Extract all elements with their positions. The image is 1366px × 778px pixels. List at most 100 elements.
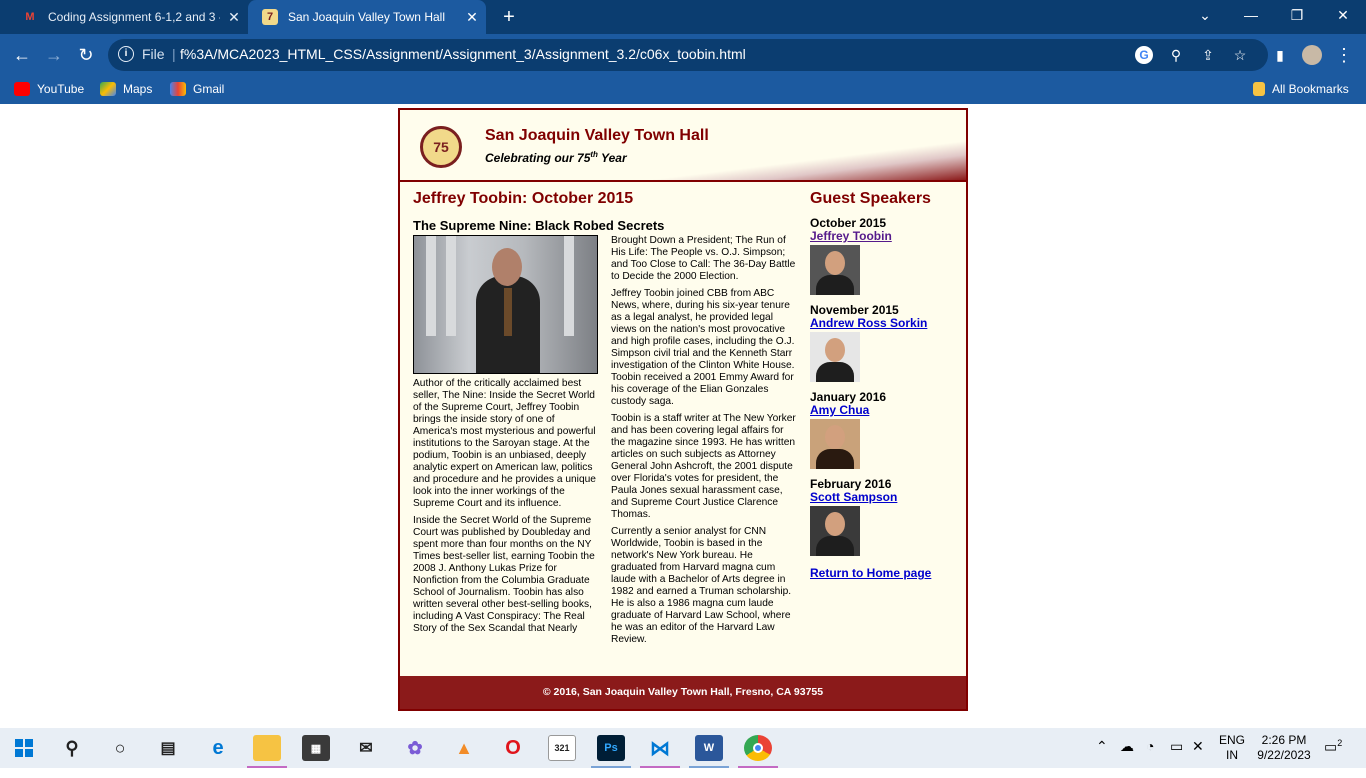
speaker-item: February 2016 Scott Sampson [810,477,955,556]
vscode-icon[interactable]: ⋈ [646,735,674,761]
battery-icon[interactable]: ▭ [1170,738,1183,778]
browser-title-bar: M Coding Assignment 6-1,2 and 3 - ✕ 7 Sa… [0,0,1366,34]
forward-arrow-icon[interactable]: → [40,41,68,69]
notification-icon[interactable]: ▭2 [1324,738,1342,778]
task-view-icon[interactable]: ▤ [154,735,182,761]
close-window-button[interactable]: ✕ [1320,0,1366,32]
all-bookmarks-label: All Bookmarks [1272,82,1349,96]
close-tab-icon[interactable]: ✕ [220,9,248,26]
speaker-thumbnail[interactable] [810,332,860,382]
mail-icon[interactable]: ✉ [352,735,380,761]
region-label: IN [1226,748,1238,762]
language-indicator[interactable]: ENG IN [1218,733,1246,773]
youtube-icon [14,82,30,96]
url-scheme-label: File [142,46,165,62]
bookmark-label: YouTube [37,82,85,96]
town-hall-icon: 7 [262,9,278,25]
main-article: Jeffrey Toobin: October 2015 The Supreme… [413,190,803,645]
time-label: 2:26 PM [1261,733,1307,747]
address-bar[interactable]: i File | f%3A/MCA2023_HTML_CSS/Assignmen… [108,39,1268,71]
site-header: 75 San Joaquin Valley Town Hall Celebrat… [400,110,966,182]
bookmark-maps[interactable]: Maps [100,82,152,96]
article-column-left: Author of the critically acclaimed best … [413,235,599,640]
town-hall-logo: 75 [420,126,462,168]
browser-toolbar: ← → ↻ i File | f%3A/MCA2023_HTML_CSS/Ass… [0,34,1366,76]
article-paragraph: Currently a senior analyst for CNN World… [611,526,792,645]
chrome-icon[interactable] [744,735,772,761]
edge-icon[interactable]: e [204,735,232,761]
speaker-month: October 2015 [810,216,887,230]
url-text[interactable]: f%3A/MCA2023_HTML_CSS/Assignment/Assignm… [180,46,746,62]
gmail-icon [170,82,186,96]
photoshop-icon[interactable]: Ps [597,735,625,761]
speaker-link[interactable]: Scott Sampson [810,491,955,504]
speaker-month: January 2016 [810,390,887,404]
maps-icon [100,82,116,96]
speaker-item: November 2015 Andrew Ross Sorkin [810,303,955,382]
tab-town-hall[interactable]: 7 San Joaquin Valley Town Hall ✕ [248,0,486,34]
date-label: 9/22/2023 [1257,748,1311,762]
google-lens-icon[interactable]: G [1135,46,1153,64]
new-tab-button[interactable]: + [496,5,522,29]
photos-icon[interactable]: ✿ [401,735,429,761]
calendar-icon[interactable]: 321 [548,735,576,761]
article-paragraph: Inside the Secret World of the Supreme C… [413,515,595,634]
tagline-number: 75 [577,151,591,165]
back-arrow-icon[interactable]: ← [8,41,36,69]
gmail-icon: M [25,11,35,23]
info-icon[interactable]: i [118,46,134,62]
site-tagline: Celebrating our 75th Year [485,150,627,165]
url-separator: | [172,46,176,62]
share-icon[interactable]: ⇪ [1197,45,1219,65]
speaker-thumbnail[interactable] [810,419,860,469]
tagline-prefix: Celebrating our [485,151,578,165]
close-tab-icon[interactable]: ✕ [458,9,486,26]
article-heading: Jeffrey Toobin: October 2015 [413,190,634,207]
wifi-icon[interactable]: ◔ [1146,738,1154,778]
folder-icon [1253,82,1265,96]
clock[interactable]: 2:26 PM 9/22/2023 [1252,733,1316,773]
network-status-icon[interactable]: ☁ [1120,738,1134,778]
bookmark-gmail[interactable]: Gmail [170,82,224,96]
logo-text: 75 [433,139,449,155]
reload-icon[interactable]: ↻ [72,41,100,69]
file-explorer-icon[interactable] [253,735,281,761]
all-bookmarks[interactable]: All Bookmarks [1253,82,1349,96]
bookmark-label: Maps [123,82,153,96]
speaker-thumbnail[interactable] [810,506,860,556]
windows-start-icon[interactable] [10,735,38,761]
bookmarks-bar: YouTube Maps Gmail All Bookmarks [0,76,1366,104]
word-icon[interactable]: W [695,735,723,761]
store-icon[interactable]: ▦ [302,735,330,761]
opera-icon[interactable]: O [499,735,527,761]
tab-label: San Joaquin Valley Town Hall [288,10,445,24]
speaker-item: January 2016 Amy Chua [810,390,955,469]
vlc-icon[interactable]: ▲ [450,735,478,761]
zoom-icon[interactable]: ⚲ [1165,45,1187,65]
cortana-icon[interactable]: ○ [106,735,134,761]
language-label: ENG [1218,733,1245,747]
tab-gmail[interactable]: M Coding Assignment 6-1,2 and 3 - ✕ [8,0,248,34]
tagline-end: Year [597,151,627,165]
speaker-link[interactable]: Jeffrey Toobin [810,230,955,243]
speaker-link[interactable]: Andrew Ross Sorkin [810,317,955,330]
speaker-thumbnail[interactable] [810,245,860,295]
article-column-right: Brought Down a President; The Run of His… [611,235,797,651]
tab-search-icon[interactable]: ⌄ [1182,0,1228,32]
speaker-link[interactable]: Amy Chua [810,404,955,417]
page-container: 75 San Joaquin Valley Town Hall Celebrat… [398,108,968,711]
return-home-link[interactable]: Return to Home page [810,566,955,580]
bookmark-youtube[interactable]: YouTube [14,82,84,96]
search-icon[interactable]: ⚲ [58,735,86,761]
menu-kebab-icon[interactable]: ⋮ [1330,41,1358,69]
restore-button[interactable]: ❐ [1274,0,1320,32]
bookmark-star-icon[interactable]: ☆ [1229,45,1251,65]
article-paragraph: Toobin is a staff writer at The New York… [611,413,796,520]
show-hidden-icons[interactable]: ⌃ [1096,738,1108,778]
tagline-sup: th [590,150,598,159]
side-panel-icon[interactable]: ▮ [1266,41,1294,69]
minimize-button[interactable]: — [1228,0,1274,32]
windows-taskbar: ⚲ ○ ▤ e ▦ ✉ ✿ ▲ O 321 Ps ⋈ W ⌃ ☁ ◔ ▭ ✕ E… [0,728,1366,768]
volume-muted-icon[interactable]: ✕ [1192,738,1204,778]
profile-avatar[interactable] [1298,41,1326,69]
